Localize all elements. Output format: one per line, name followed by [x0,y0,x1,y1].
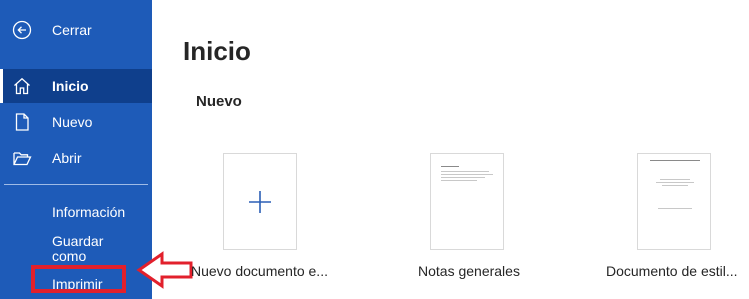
backstage-sidebar: Cerrar Inicio Nuevo Abrir Información Gu… [0,0,152,299]
template-label-notes: Notas generales [418,263,520,279]
sidebar-item-inicio[interactable]: Inicio [0,69,152,103]
imprimir-highlight-box [31,265,126,293]
sidebar-item-abrir[interactable]: Abrir [0,141,152,175]
template-general-notes[interactable] [430,153,504,250]
close-label: Cerrar [52,22,92,38]
plus-icon [249,191,271,213]
sidebar-divider [4,184,148,185]
back-arrow-icon [11,19,33,41]
template-label-style: Documento de estil... [606,263,738,279]
template-label-blank: Nuevo documento e... [191,263,328,279]
close-button[interactable]: Cerrar [0,13,152,47]
sidebar-item-label: Inicio [52,78,89,94]
page-title: Inicio [183,36,251,66]
home-icon [11,75,33,97]
section-title-nuevo: Nuevo [196,93,242,110]
sidebar-item-label: Nuevo [52,114,93,130]
sidebar-item-informacion[interactable]: Información [52,204,125,220]
sidebar-item-nuevo[interactable]: Nuevo [0,105,152,139]
sidebar-item-label: Abrir [52,150,82,166]
pointer-arrow-icon [136,251,193,289]
new-document-icon [11,111,33,133]
folder-open-icon [11,147,33,169]
template-blank-document[interactable] [223,153,297,250]
sidebar-item-guardar-como-line2[interactable]: como [52,248,86,264]
sidebar-item-guardar-como-line1[interactable]: Guardar [52,233,103,249]
template-style-document[interactable] [637,153,711,250]
